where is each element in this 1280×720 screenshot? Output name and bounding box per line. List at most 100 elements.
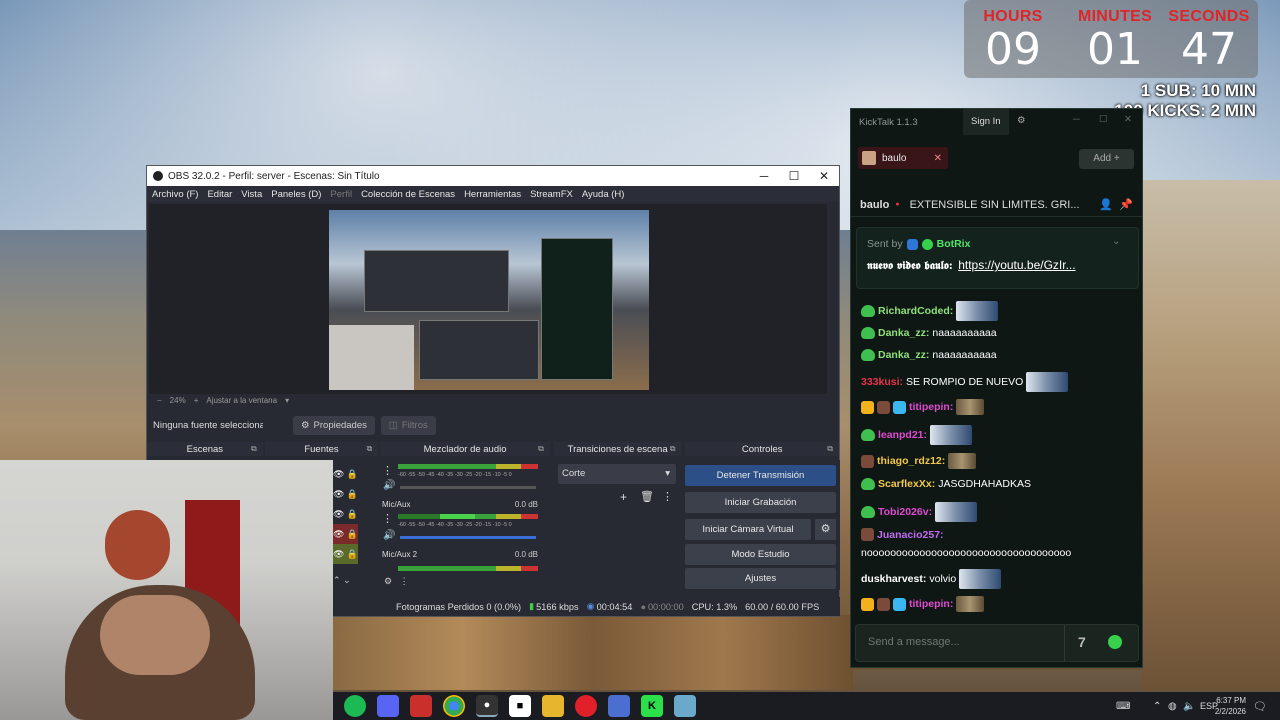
- maximize-icon[interactable]: ☐: [779, 166, 809, 186]
- stop-streaming-button[interactable]: Detener Transmisión: [685, 465, 836, 486]
- chat-username[interactable]: RichardCoded:: [878, 305, 953, 317]
- keyboard-icon[interactable]: ⌨: [1116, 701, 1130, 712]
- chrome-icon[interactable]: [443, 695, 465, 717]
- chevron-down-icon[interactable]: ⌄: [1112, 236, 1120, 247]
- add-icon[interactable]: +: [620, 490, 627, 504]
- notification-icon[interactable]: 🗨: [1253, 700, 1267, 713]
- spotify-icon[interactable]: [344, 695, 366, 717]
- studio-mode-button[interactable]: Modo Estudio: [685, 544, 836, 565]
- kick-emote-icon[interactable]: 7: [1078, 634, 1086, 650]
- maximize-icon[interactable]: ☐: [1099, 114, 1108, 125]
- clock[interactable]: 6:37 PM 2/2/2026: [1208, 695, 1246, 717]
- filters-button[interactable]: ◫ Filtros: [380, 415, 436, 435]
- transition-select[interactable]: Corte ▾: [558, 464, 676, 484]
- speaker-icon[interactable]: 🔊: [383, 480, 395, 491]
- eye-icon[interactable]: 👁 🔒: [333, 464, 358, 484]
- chat-username[interactable]: duskharvest:: [861, 573, 926, 585]
- chat-input-box[interactable]: Send a message... 7: [855, 624, 1139, 662]
- pin-icon[interactable]: 📌: [1119, 198, 1133, 211]
- menu-coleccion-escenas[interactable]: Colección de Escenas: [361, 189, 455, 200]
- emote-image: [935, 502, 978, 522]
- chat-username[interactable]: ScarflexXx:: [878, 478, 935, 490]
- user-icon[interactable]: 👤: [1099, 198, 1113, 211]
- app-icon[interactable]: [674, 695, 696, 717]
- crown-badge-icon: [861, 400, 874, 414]
- mixer-menu-icon[interactable]: ⋮: [382, 464, 393, 477]
- preview-area[interactable]: [149, 204, 827, 394]
- app-icon[interactable]: ■: [509, 695, 531, 717]
- close-icon[interactable]: ✕: [809, 166, 839, 186]
- gear-icon[interactable]: ⚙: [815, 519, 836, 540]
- kicktalk-titlebar[interactable]: KickTalk 1.1.3 Sign In ⚙ ─ ☐ ✕: [851, 109, 1142, 135]
- dock-menu-icon[interactable]: ⧉: [251, 444, 257, 454]
- dock-menu-icon[interactable]: ⧉: [367, 444, 373, 454]
- obs-titlebar[interactable]: OBS 32.0.2 - Perfil: server - Escenas: S…: [147, 166, 839, 186]
- menu-vista[interactable]: Vista: [241, 189, 262, 200]
- minimize-icon[interactable]: ─: [749, 166, 779, 186]
- eye-icon[interactable]: 👁 🔒: [333, 504, 358, 524]
- trash-icon[interactable]: 🗑: [640, 490, 654, 503]
- dock-menu-icon[interactable]: ⧉: [538, 444, 544, 454]
- close-icon[interactable]: ✕: [1124, 114, 1132, 125]
- menu-archivo[interactable]: Archivo (F): [152, 189, 198, 200]
- menu-herramientas[interactable]: Herramientas: [464, 189, 521, 200]
- chat-username[interactable]: Danka_zz:: [878, 349, 929, 361]
- chevron-down-icon[interactable]: ⌄: [343, 575, 351, 585]
- settings-button[interactable]: Ajustes: [685, 568, 836, 589]
- close-tab-icon[interactable]: ✕: [934, 153, 942, 164]
- menu-editar[interactable]: Editar: [207, 189, 232, 200]
- volume-slider[interactable]: [400, 536, 536, 539]
- app-icon[interactable]: [608, 695, 630, 717]
- emoji-icon[interactable]: [1108, 635, 1122, 649]
- dock-menu-icon[interactable]: ⧉: [827, 444, 833, 454]
- zoom-mode[interactable]: Ajustar a la ventana: [206, 396, 277, 405]
- volume-icon[interactable]: 🔈: [1183, 701, 1195, 712]
- stream-preview[interactable]: [329, 210, 649, 390]
- chat-username[interactable]: leanpd21:: [878, 429, 927, 441]
- chevron-down-icon[interactable]: ▾: [285, 396, 289, 405]
- tray-chevron-icon[interactable]: ⌃: [1153, 701, 1161, 712]
- eye-icon[interactable]: 👁 🔒: [333, 484, 358, 504]
- gear-icon[interactable]: ⚙: [1017, 115, 1026, 126]
- app-icon[interactable]: [410, 695, 432, 717]
- eye-icon[interactable]: 👁 🔒: [333, 524, 359, 544]
- chat-username[interactable]: Juanacio257:: [877, 529, 944, 541]
- menu-streamfx[interactable]: StreamFX: [530, 189, 573, 200]
- gear-icon[interactable]: ⚙: [384, 576, 392, 586]
- chat-username[interactable]: titipepin:: [909, 401, 953, 413]
- folder-icon[interactable]: [542, 695, 564, 717]
- chat-username[interactable]: 333kusi:: [861, 376, 903, 388]
- more-icon[interactable]: ⋮: [662, 490, 673, 503]
- chat-username[interactable]: Danka_zz:: [878, 327, 929, 339]
- zoom-out-icon[interactable]: −: [157, 396, 162, 405]
- start-recording-button[interactable]: Iniciar Grabación: [685, 492, 836, 513]
- properties-button[interactable]: ⚙ Propiedades: [293, 415, 375, 435]
- meter-ticks: -60 -55 -50 -45 -40 -35 -30 -25 -20 -15 …: [398, 522, 512, 528]
- speaker-icon[interactable]: 🔊: [383, 530, 395, 541]
- menu-perfil[interactable]: Perfil: [330, 189, 352, 200]
- chevron-up-icon[interactable]: ⌃: [333, 575, 341, 585]
- more-icon[interactable]: ⋮: [400, 576, 409, 586]
- kick-icon[interactable]: K: [641, 695, 663, 717]
- network-icon[interactable]: ◍: [1168, 701, 1177, 712]
- mixer-menu-icon[interactable]: ⋮: [382, 512, 393, 525]
- obs-taskbar-icon[interactable]: ●: [476, 695, 498, 717]
- channel-tab[interactable]: baulo ✕: [858, 147, 948, 169]
- chat-username[interactable]: titipepin:: [909, 598, 953, 610]
- volume-slider[interactable]: [400, 486, 536, 489]
- chat-username[interactable]: thiago_rdz12:: [877, 455, 945, 467]
- minimize-icon[interactable]: ─: [1073, 114, 1080, 125]
- start-virtual-camera-button[interactable]: Iniciar Cámara Virtual: [685, 519, 811, 540]
- menu-paneles[interactable]: Paneles (D): [271, 189, 321, 200]
- pinned-link[interactable]: https://youtu.be/GzIr...: [958, 258, 1075, 272]
- eye-icon[interactable]: 👁 🔒: [333, 544, 359, 564]
- sign-in-button[interactable]: Sign In: [963, 109, 1009, 135]
- add-channel-button[interactable]: Add +: [1079, 149, 1134, 169]
- menu-ayuda[interactable]: Ayuda (H): [582, 189, 625, 200]
- dock-menu-icon[interactable]: ⧉: [670, 444, 676, 454]
- sub-badge-icon: [877, 597, 890, 611]
- zoom-in-icon[interactable]: +: [194, 396, 199, 405]
- chat-username[interactable]: Tobi2026v:: [878, 506, 932, 518]
- discord-icon[interactable]: [377, 695, 399, 717]
- opera-icon[interactable]: [575, 695, 597, 717]
